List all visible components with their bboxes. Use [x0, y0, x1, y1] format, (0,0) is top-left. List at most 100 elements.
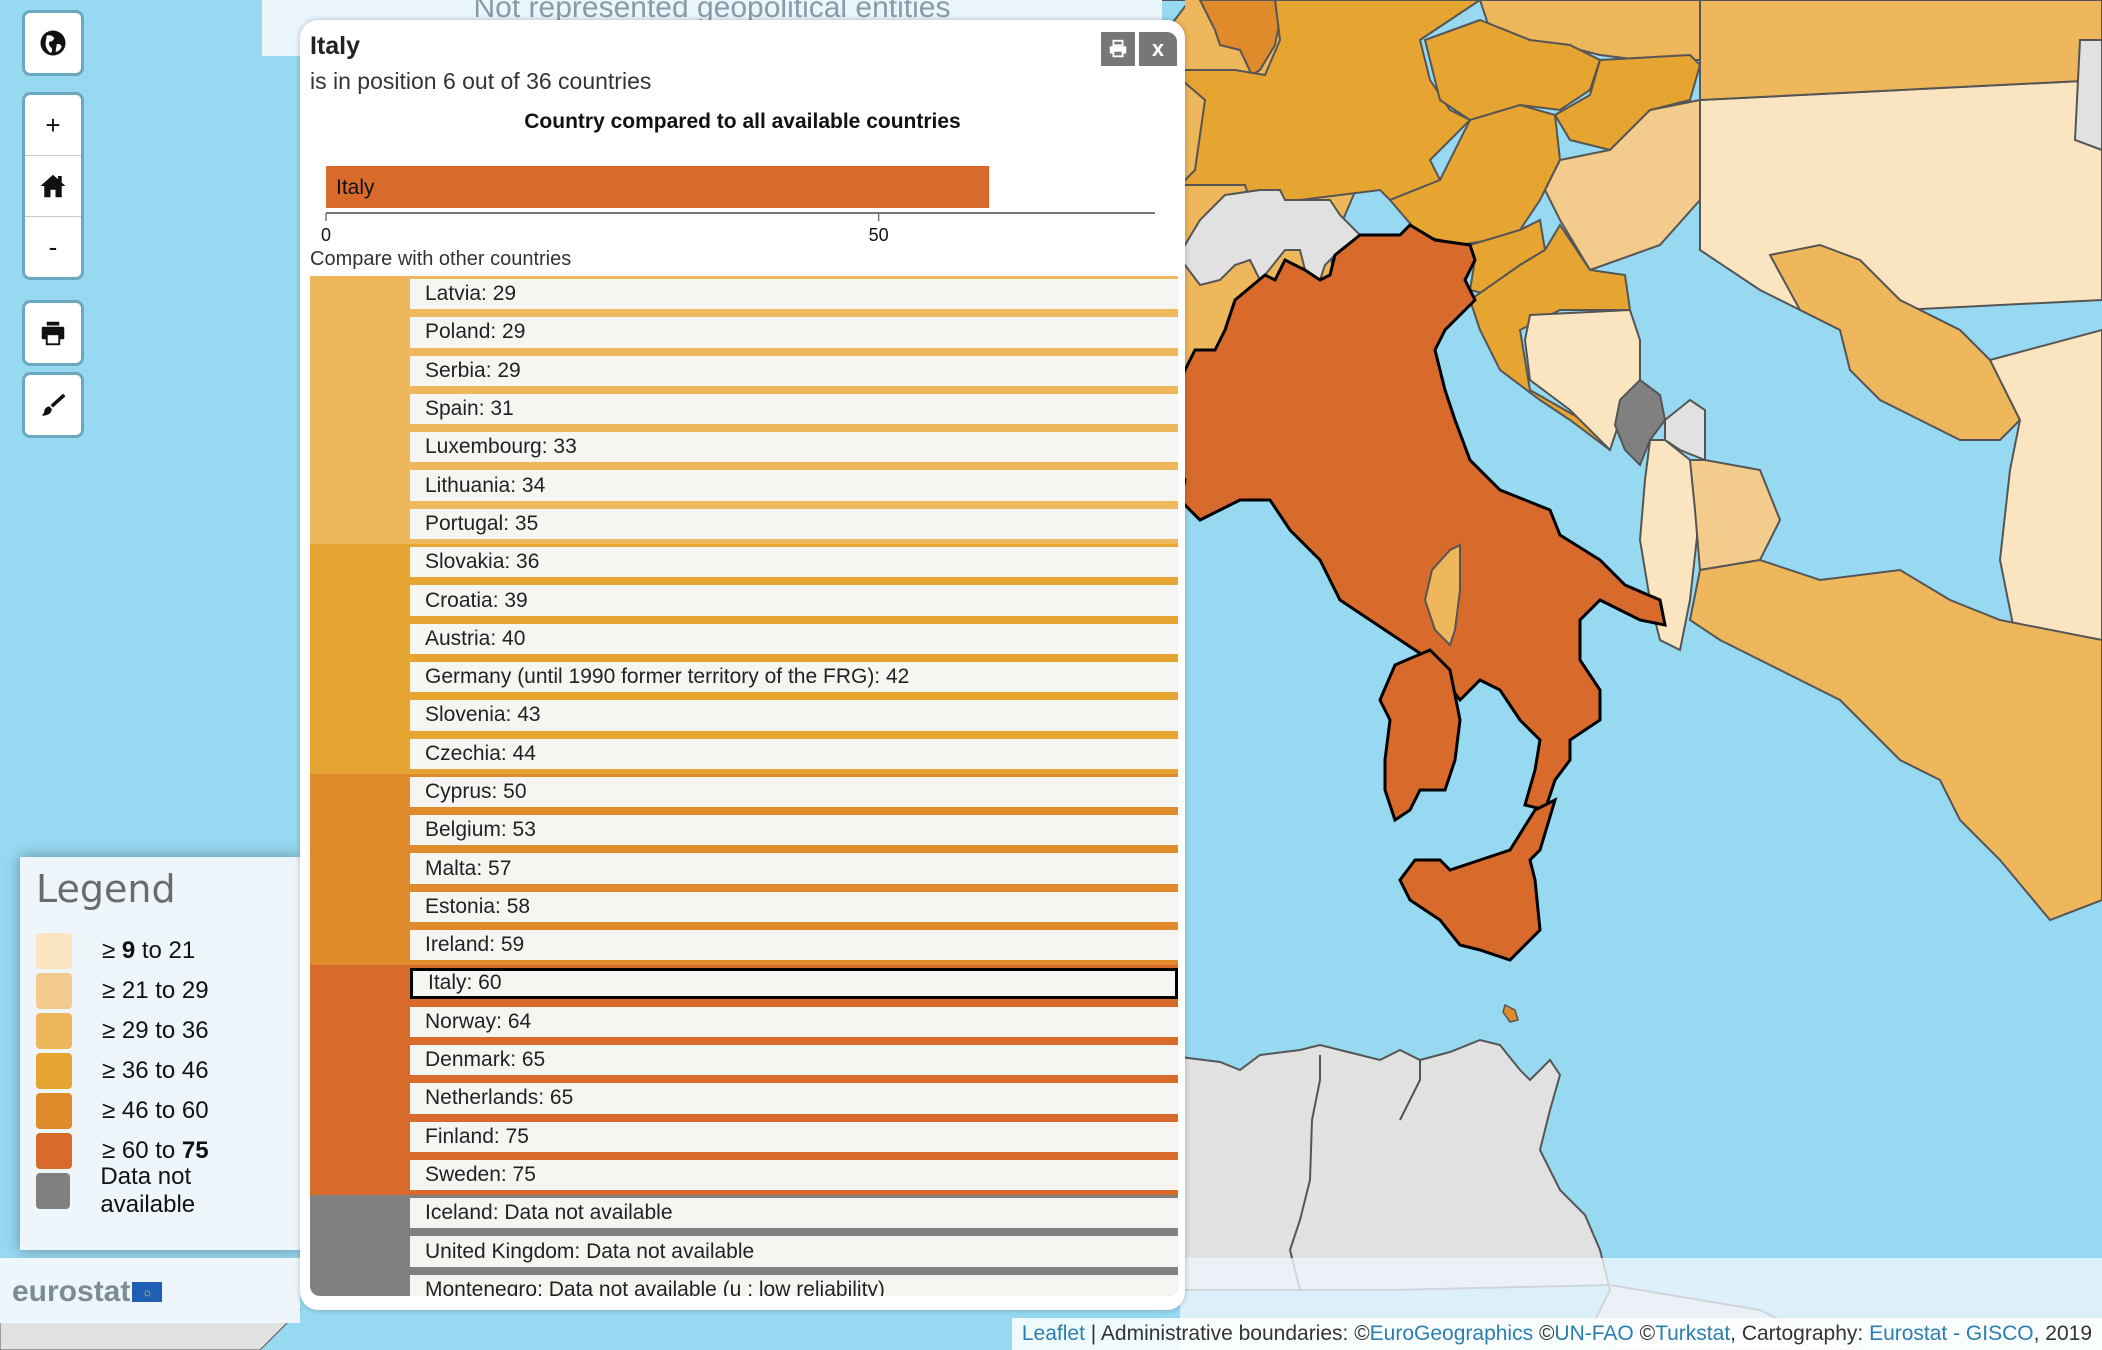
compare-entry-label[interactable]: Italy: 60	[410, 968, 1178, 999]
compare-entry[interactable]: Serbia: 29	[410, 352, 1178, 391]
compare-entry[interactable]: Austria: 40	[410, 620, 1178, 659]
compare-entry-label[interactable]: Austria: 40	[410, 623, 1178, 654]
compare-entry-label[interactable]: Ireland: 59	[410, 930, 1178, 961]
compare-list-item[interactable]: Czechia: 44	[310, 735, 1178, 774]
compare-entry-label[interactable]: Netherlands: 65	[410, 1083, 1178, 1114]
compare-entry[interactable]: Sweden: 75	[410, 1156, 1178, 1196]
compare-list-item[interactable]: Netherlands: 65	[310, 1080, 1178, 1119]
compare-entry-label[interactable]: Slovenia: 43	[410, 700, 1178, 731]
compare-entry[interactable]: Slovenia: 43	[410, 697, 1178, 736]
compare-list-item[interactable]: Norway: 64	[310, 1003, 1178, 1042]
compare-entry-label[interactable]: Lithuania: 34	[410, 470, 1178, 501]
compare-entry[interactable]: Slovakia: 36	[410, 544, 1178, 583]
compare-entry[interactable]: Spain: 31	[410, 390, 1178, 430]
compare-entry[interactable]: Netherlands: 65	[410, 1080, 1178, 1119]
turkstat-link[interactable]: Turkstat	[1655, 1322, 1730, 1345]
compare-entry[interactable]: Belgium: 53	[410, 812, 1178, 851]
popup-close-button[interactable]: x	[1139, 32, 1177, 66]
compare-entry-label[interactable]: Luxembourg: 33	[410, 432, 1178, 463]
gisco-link[interactable]: Eurostat - GISCO	[1869, 1322, 2034, 1345]
compare-entry-label[interactable]: Denmark: 65	[410, 1044, 1178, 1076]
compare-entry[interactable]: Estonia: 58	[410, 888, 1178, 928]
compare-list-item[interactable]: Portugal: 35	[310, 505, 1178, 545]
compare-list-item[interactable]: Cyprus: 50	[310, 773, 1178, 813]
compare-list-item[interactable]: Spain: 31	[310, 390, 1178, 430]
print-control[interactable]	[22, 300, 84, 366]
zoom-out-button[interactable]: -	[25, 216, 81, 277]
compare-list-item[interactable]: Poland: 29	[310, 314, 1178, 353]
compare-entry[interactable]: Germany (until 1990 former territory of …	[410, 658, 1178, 698]
compare-entry[interactable]: Norway: 64	[410, 1003, 1178, 1042]
unfao-link[interactable]: UN-FAO	[1554, 1322, 1633, 1345]
compare-list-item[interactable]: Slovenia: 43	[310, 697, 1178, 736]
compare-entry-label[interactable]: Spain: 31	[410, 393, 1178, 425]
compare-entry-label[interactable]: United Kingdom: Data not available	[410, 1236, 1178, 1267]
leaflet-link[interactable]: Leaflet	[1022, 1322, 1085, 1345]
compare-entry-label[interactable]: Sweden: 75	[410, 1159, 1178, 1191]
compare-entry-label[interactable]: Latvia: 29	[410, 279, 1178, 310]
zoom-control[interactable]: + -	[22, 92, 84, 280]
compare-entry[interactable]: Finland: 75	[410, 1118, 1178, 1157]
compare-list-item[interactable]: Ireland: 59	[310, 927, 1178, 966]
compare-list-item[interactable]: Belgium: 53	[310, 812, 1178, 851]
compare-entry[interactable]: Latvia: 29	[410, 276, 1178, 315]
compare-entry-label[interactable]: Finland: 75	[410, 1121, 1178, 1152]
compare-entry-label[interactable]: Iceland: Data not available	[410, 1198, 1178, 1229]
compare-list-item[interactable]: Estonia: 58	[310, 888, 1178, 928]
compare-entry-label[interactable]: Belgium: 53	[410, 815, 1178, 846]
eurogeographics-link[interactable]: EuroGeographics	[1370, 1322, 1533, 1345]
style-control[interactable]	[22, 372, 84, 438]
compare-list-item[interactable]: Luxembourg: 33	[310, 429, 1178, 468]
compare-list-item[interactable]: Lithuania: 34	[310, 467, 1178, 506]
compare-list-item[interactable]: Italy: 60	[310, 965, 1178, 1004]
compare-entry-label[interactable]: Slovakia: 36	[410, 547, 1178, 578]
compare-entry-label[interactable]: Estonia: 58	[410, 891, 1178, 923]
compare-entry-label[interactable]: Portugal: 35	[410, 508, 1178, 540]
compare-entry[interactable]: Cyprus: 50	[410, 773, 1178, 813]
compare-entry[interactable]: Luxembourg: 33	[410, 429, 1178, 468]
compare-entry-label[interactable]: Germany (until 1990 former territory of …	[410, 661, 1178, 693]
compare-entry-label[interactable]: Malta: 57	[410, 853, 1178, 884]
compare-entry[interactable]: Croatia: 39	[410, 582, 1178, 621]
compare-entry[interactable]: Italy: 60	[410, 965, 1178, 1004]
zoom-in-button[interactable]: +	[25, 95, 81, 155]
compare-list-item[interactable]: United Kingdom: Data not available	[310, 1233, 1178, 1272]
print-button[interactable]	[25, 303, 81, 363]
compare-entry[interactable]: Denmark: 65	[410, 1041, 1178, 1081]
compare-entry[interactable]: Iceland: Data not available	[410, 1195, 1178, 1234]
compare-list-item[interactable]: Iceland: Data not available	[310, 1195, 1178, 1234]
compare-list-item[interactable]: Sweden: 75	[310, 1156, 1178, 1196]
compare-entry[interactable]: Malta: 57	[410, 850, 1178, 889]
compare-list-item[interactable]: Denmark: 65	[310, 1041, 1178, 1081]
eurostat-logo[interactable]: eurostat ☼	[12, 1275, 163, 1309]
compare-list-item[interactable]: Latvia: 29	[310, 276, 1178, 315]
compare-entry-label[interactable]: Norway: 64	[410, 1006, 1178, 1037]
compare-entry-label[interactable]: Poland: 29	[410, 317, 1178, 348]
layer-control[interactable]	[22, 10, 84, 76]
compare-list-item[interactable]: Serbia: 29	[310, 352, 1178, 391]
compare-entry-label[interactable]: Czechia: 44	[410, 738, 1178, 769]
compare-entry[interactable]: Portugal: 35	[410, 505, 1178, 545]
compare-list-item[interactable]: Croatia: 39	[310, 582, 1178, 621]
compare-entry[interactable]: Czechia: 44	[410, 735, 1178, 774]
compare-entry-label[interactable]: Croatia: 39	[410, 585, 1178, 616]
popup-print-button[interactable]	[1101, 32, 1135, 66]
compare-entry-label[interactable]: Cyprus: 50	[410, 776, 1178, 808]
compare-list-item[interactable]: Finland: 75	[310, 1118, 1178, 1157]
compare-list-item[interactable]: Slovakia: 36	[310, 544, 1178, 583]
compare-entry[interactable]: Lithuania: 34	[410, 467, 1178, 506]
compare-list-item[interactable]: Austria: 40	[310, 620, 1178, 659]
compare-entry[interactable]: United Kingdom: Data not available	[410, 1233, 1178, 1272]
style-button[interactable]	[25, 375, 81, 435]
compare-entry-label[interactable]: Montenegro: Data not available (u : low …	[410, 1274, 1178, 1296]
globe-button[interactable]	[25, 13, 81, 73]
compare-entry-label[interactable]: Serbia: 29	[410, 355, 1178, 386]
compare-list-item[interactable]: Malta: 57	[310, 850, 1178, 889]
compare-list-item[interactable]: Montenegro: Data not available (u : low …	[310, 1271, 1178, 1296]
country-compare-list[interactable]: Latvia: 29 Poland: 29 Serbia: 29 Spain: 31 L…	[310, 276, 1178, 1296]
compare-entry[interactable]: Montenegro: Data not available (u : low …	[410, 1271, 1178, 1296]
compare-list-item[interactable]: Germany (until 1990 former territory of …	[310, 658, 1178, 698]
compare-entry[interactable]: Poland: 29	[410, 314, 1178, 353]
home-button[interactable]	[25, 155, 81, 216]
compare-entry[interactable]: Ireland: 59	[410, 927, 1178, 966]
